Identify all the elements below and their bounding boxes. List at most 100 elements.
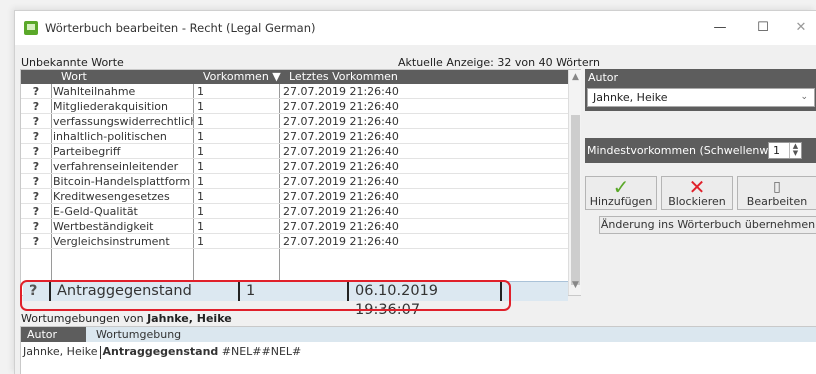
edit-button[interactable]: ▯ Bearbeiten	[737, 176, 816, 210]
table-row[interactable]: ? Kreditwesengesetzes 1 27.07.2019 21:26:40	[21, 189, 568, 204]
edit-button-label: Bearbeiten	[746, 195, 808, 208]
date-cell: 27.07.2019 21:26:40	[283, 235, 399, 248]
scroll-thumb[interactable]	[571, 115, 580, 285]
display-count-label: Aktuelle Anzeige: 32 von 40 Wörtern	[398, 56, 600, 69]
chevron-down-icon: ⌄	[800, 92, 808, 102]
threshold-label: Mindestvorkommen (Schwellenwert):	[587, 144, 792, 157]
annotation-highlight	[20, 280, 511, 311]
threshold-box: Mindestvorkommen (Schwellenwert): 1 ▲ ▼	[585, 138, 816, 163]
unknown-words-label: Unbekannte Worte	[21, 56, 124, 69]
table-row[interactable]: ? Wahlteilnahme 1 27.07.2019 21:26:40	[21, 84, 568, 99]
date-cell: 27.07.2019 21:26:40	[283, 160, 399, 173]
context-rest: #NEL##NEL#	[221, 345, 302, 358]
column-header-author[interactable]: Autor	[21, 328, 57, 341]
date-cell: 27.07.2019 21:26:40	[283, 130, 399, 143]
count-cell: 1	[197, 85, 204, 98]
table-row[interactable]: ? verfassungswiderrechtliche 1 27.07.2019 2…	[21, 114, 568, 129]
dictionary-window: Wörterbuch bearbeiten - Recht (Legal Ger…	[14, 10, 816, 374]
count-cell: 1	[197, 145, 204, 158]
document-icon: ▯	[773, 179, 781, 195]
title-bar: Wörterbuch bearbeiten - Recht (Legal Ger…	[15, 11, 816, 45]
column-header-context[interactable]: Wortumgebung	[86, 327, 816, 342]
unknown-marker: ?	[32, 145, 40, 158]
count-cell: 1	[197, 115, 204, 128]
context-label: Wortumgebungen von Jahnke, Heike	[21, 312, 232, 325]
context-row[interactable]: Jahnke, Heike Antraggegenstand #NEL##NEL#	[23, 344, 301, 359]
grid-header: Wort Vorkommen ▼ Letztes Vorkommen	[21, 70, 568, 84]
date-cell: 27.07.2019 21:26:40	[283, 205, 399, 218]
count-cell: 1	[197, 130, 204, 143]
word-cell: Kreditwesengesetzes	[53, 190, 170, 203]
column-divider	[99, 345, 101, 359]
app-icon	[24, 21, 38, 35]
unknown-marker: ?	[32, 85, 40, 98]
table-row[interactable]: ? Wertbeständigkeit 1 27.07.2019 21:26:40	[21, 219, 568, 234]
threshold-value: 1	[773, 144, 780, 157]
word-cell: E-Geld-Qualität	[53, 205, 138, 218]
author-select-value: Jahnke, Heike	[593, 91, 668, 104]
author-box: Autor Jahnke, Heike ⌄	[585, 69, 816, 111]
unknown-marker: ?	[32, 235, 40, 248]
word-cell: Parteibegriff	[53, 145, 121, 158]
context-word: Antraggegenstand	[102, 345, 219, 358]
table-row[interactable]: ? Parteibegriff 1 27.07.2019 21:26:40	[21, 144, 568, 159]
apply-to-dictionary-button[interactable]: Änderung ins Wörterbuch übernehmen	[599, 216, 816, 234]
word-cell: Bitcoin-Handelsplattform	[53, 175, 191, 188]
close-button[interactable]: ✕	[790, 17, 812, 39]
table-row[interactable]: ? verfahrenseinleitender 1 27.07.2019 21:26…	[21, 159, 568, 174]
date-cell: 27.07.2019 21:26:40	[283, 85, 399, 98]
count-cell: 1	[197, 190, 204, 203]
column-header-last[interactable]: Letztes Vorkommen	[289, 70, 398, 84]
threshold-stepper[interactable]: 1 ▲ ▼	[768, 142, 802, 159]
context-label-prefix: Wortumgebungen von	[21, 312, 144, 325]
spin-arrows-icon[interactable]: ▲ ▼	[789, 143, 801, 158]
block-button[interactable]: ✕ Blockieren	[661, 176, 733, 210]
author-label: Autor	[588, 71, 619, 84]
date-cell: 27.07.2019 21:26:40	[283, 190, 399, 203]
author-select[interactable]: Jahnke, Heike ⌄	[587, 88, 815, 107]
word-cell: Vergleichsinstrument	[53, 235, 170, 248]
scroll-down-icon[interactable]: ▼	[569, 280, 582, 290]
table-row[interactable]: ? E-Geld-Qualität 1 27.07.2019 21:26:40	[21, 204, 568, 219]
vertical-scrollbar[interactable]: ▲ ▼	[568, 70, 581, 295]
add-button[interactable]: ✓ Hinzufügen	[585, 176, 657, 210]
table-row[interactable]: ? Mitgliederakquisition 1 27.07.2019 21:26:…	[21, 99, 568, 114]
word-cell: Wertbeständigkeit	[53, 220, 154, 233]
unknown-marker: ?	[32, 190, 40, 203]
unknown-marker: ?	[32, 130, 40, 143]
table-row[interactable]: ? Vergleichsinstrument 1 27.07.2019 21:26:4…	[21, 234, 568, 249]
context-author-cell: Jahnke, Heike	[23, 345, 98, 358]
table-row[interactable]: ? inhaltlich-politischen 1 27.07.2019 21:26…	[21, 129, 568, 144]
unknown-marker: ?	[32, 115, 40, 128]
date-cell: 27.07.2019 21:26:40	[283, 100, 399, 113]
scroll-up-icon[interactable]: ▲	[569, 72, 582, 82]
unknown-marker: ?	[32, 100, 40, 113]
date-cell: 27.07.2019 21:26:40	[283, 220, 399, 233]
word-cell: Mitgliederakquisition	[53, 100, 168, 113]
count-cell: 1	[197, 205, 204, 218]
add-button-label: Hinzufügen	[589, 195, 653, 208]
context-grid[interactable]: Autor Wortumgebung Jahnke, Heike Antragge…	[20, 326, 816, 374]
count-cell: 1	[197, 220, 204, 233]
word-cell: verfassungswiderrechtliche	[53, 115, 193, 128]
date-cell: 27.07.2019 21:26:40	[283, 175, 399, 188]
context-label-name: Jahnke, Heike	[147, 312, 232, 325]
maximize-button[interactable]: ☐	[752, 17, 774, 39]
column-header-count[interactable]: Vorkommen ▼	[203, 70, 281, 84]
table-row[interactable]: ? Bitcoin-Handelsplattform 1 27.07.2019 21:…	[21, 174, 568, 189]
date-cell: 27.07.2019 21:26:40	[283, 115, 399, 128]
context-grid-header: Autor Wortumgebung	[21, 327, 816, 342]
count-cell: 1	[197, 160, 204, 173]
word-cell: verfahrenseinleitender	[53, 160, 179, 173]
column-header-word[interactable]: Wort	[61, 70, 87, 84]
word-cell: Wahlteilnahme	[53, 85, 136, 98]
minimize-button[interactable]: —	[709, 17, 731, 39]
block-button-label: Blockieren	[668, 195, 726, 208]
unknown-marker: ?	[32, 205, 40, 218]
unknown-marker: ?	[32, 175, 40, 188]
checkmark-icon: ✓	[612, 175, 630, 199]
cross-icon: ✕	[688, 175, 706, 199]
unknown-words-grid[interactable]: Wort Vorkommen ▼ Letztes Vorkommen ? Wahl…	[20, 69, 581, 318]
count-cell: 1	[197, 235, 204, 248]
date-cell: 27.07.2019 21:26:40	[283, 145, 399, 158]
